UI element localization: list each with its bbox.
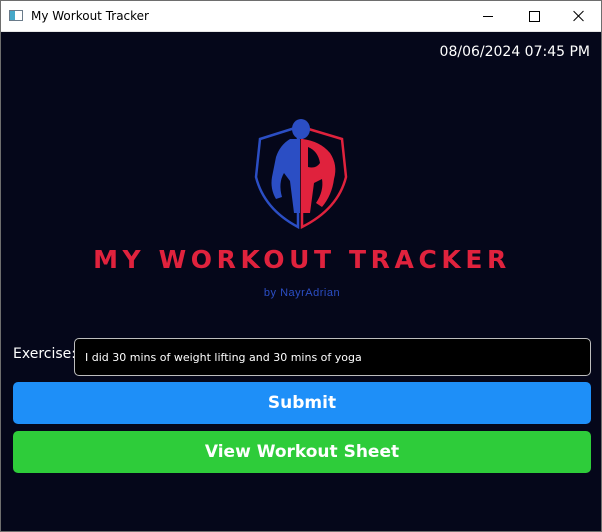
app-window: My Workout Tracker 08/06/2024 07:45 PM M… xyxy=(0,0,602,532)
maximize-icon xyxy=(528,10,540,22)
logo-title: MY WORKOUT TRACKER xyxy=(93,245,511,274)
close-button[interactable] xyxy=(556,1,602,31)
title-bar[interactable]: My Workout Tracker xyxy=(1,1,601,32)
minimize-icon xyxy=(483,15,493,17)
minimize-button[interactable] xyxy=(465,1,511,31)
logo-subtitle: by NayrAdrian xyxy=(263,287,341,299)
window-title: My Workout Tracker xyxy=(31,9,149,23)
close-icon xyxy=(573,10,585,22)
exercise-label: Exercise: xyxy=(13,346,76,362)
app-window-icon xyxy=(9,10,23,21)
submit-button[interactable]: Submit xyxy=(13,382,591,424)
view-workout-sheet-button[interactable]: View Workout Sheet xyxy=(13,431,591,473)
datetime-display: 08/06/2024 07:45 PM xyxy=(439,44,590,60)
maximize-button[interactable] xyxy=(511,1,557,31)
workout-logo-icon xyxy=(254,119,348,230)
exercise-input[interactable] xyxy=(74,338,591,376)
